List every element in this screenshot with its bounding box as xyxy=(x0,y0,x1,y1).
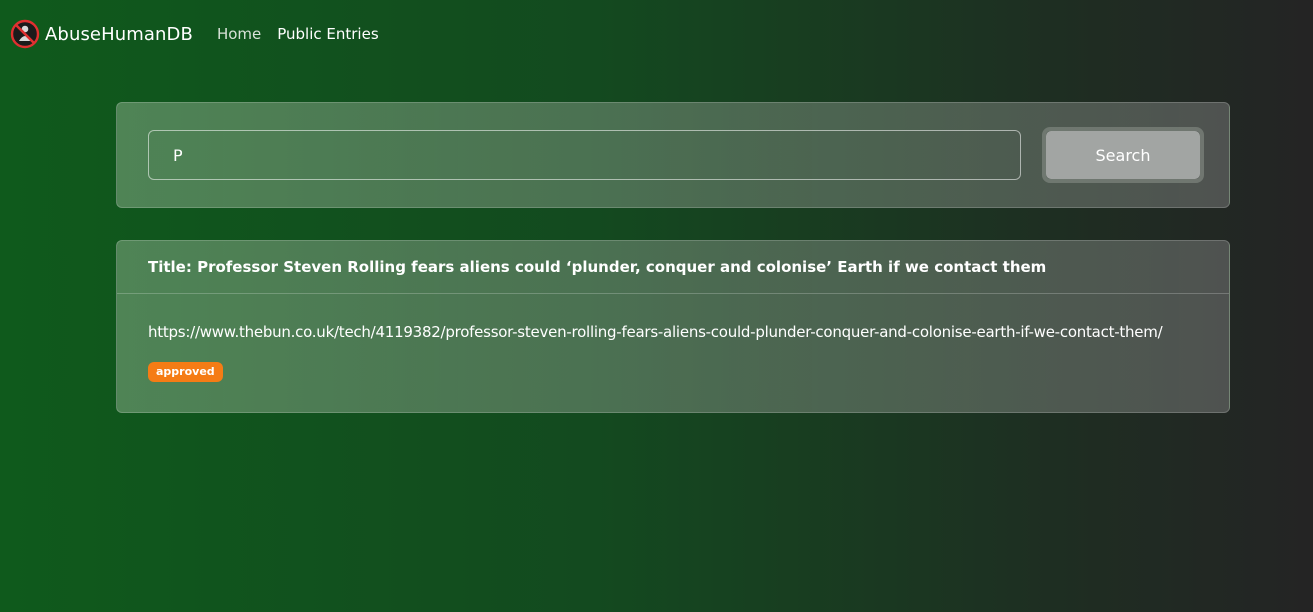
nav-link-home[interactable]: Home xyxy=(217,25,261,43)
search-button-wrapper: Search xyxy=(1042,127,1204,183)
brand-name: AbuseHumanDB xyxy=(45,23,193,45)
result-title: Title: Professor Steven Rolling fears al… xyxy=(117,241,1229,294)
search-card: Search xyxy=(116,102,1230,208)
brand-link[interactable]: AbuseHumanDB xyxy=(10,19,193,49)
no-human-icon xyxy=(10,19,40,49)
result-url-link[interactable]: https://www.thebun.co.uk/tech/4119382/pr… xyxy=(148,323,1229,341)
search-input[interactable] xyxy=(148,130,1021,180)
search-button[interactable]: Search xyxy=(1046,131,1200,179)
status-badge: approved xyxy=(148,362,223,382)
result-card: Title: Professor Steven Rolling fears al… xyxy=(116,240,1230,413)
result-body: https://www.thebun.co.uk/tech/4119382/pr… xyxy=(117,294,1229,382)
navbar: AbuseHumanDB Home Public Entries xyxy=(10,18,379,50)
nav-link-public-entries[interactable]: Public Entries xyxy=(277,25,378,43)
